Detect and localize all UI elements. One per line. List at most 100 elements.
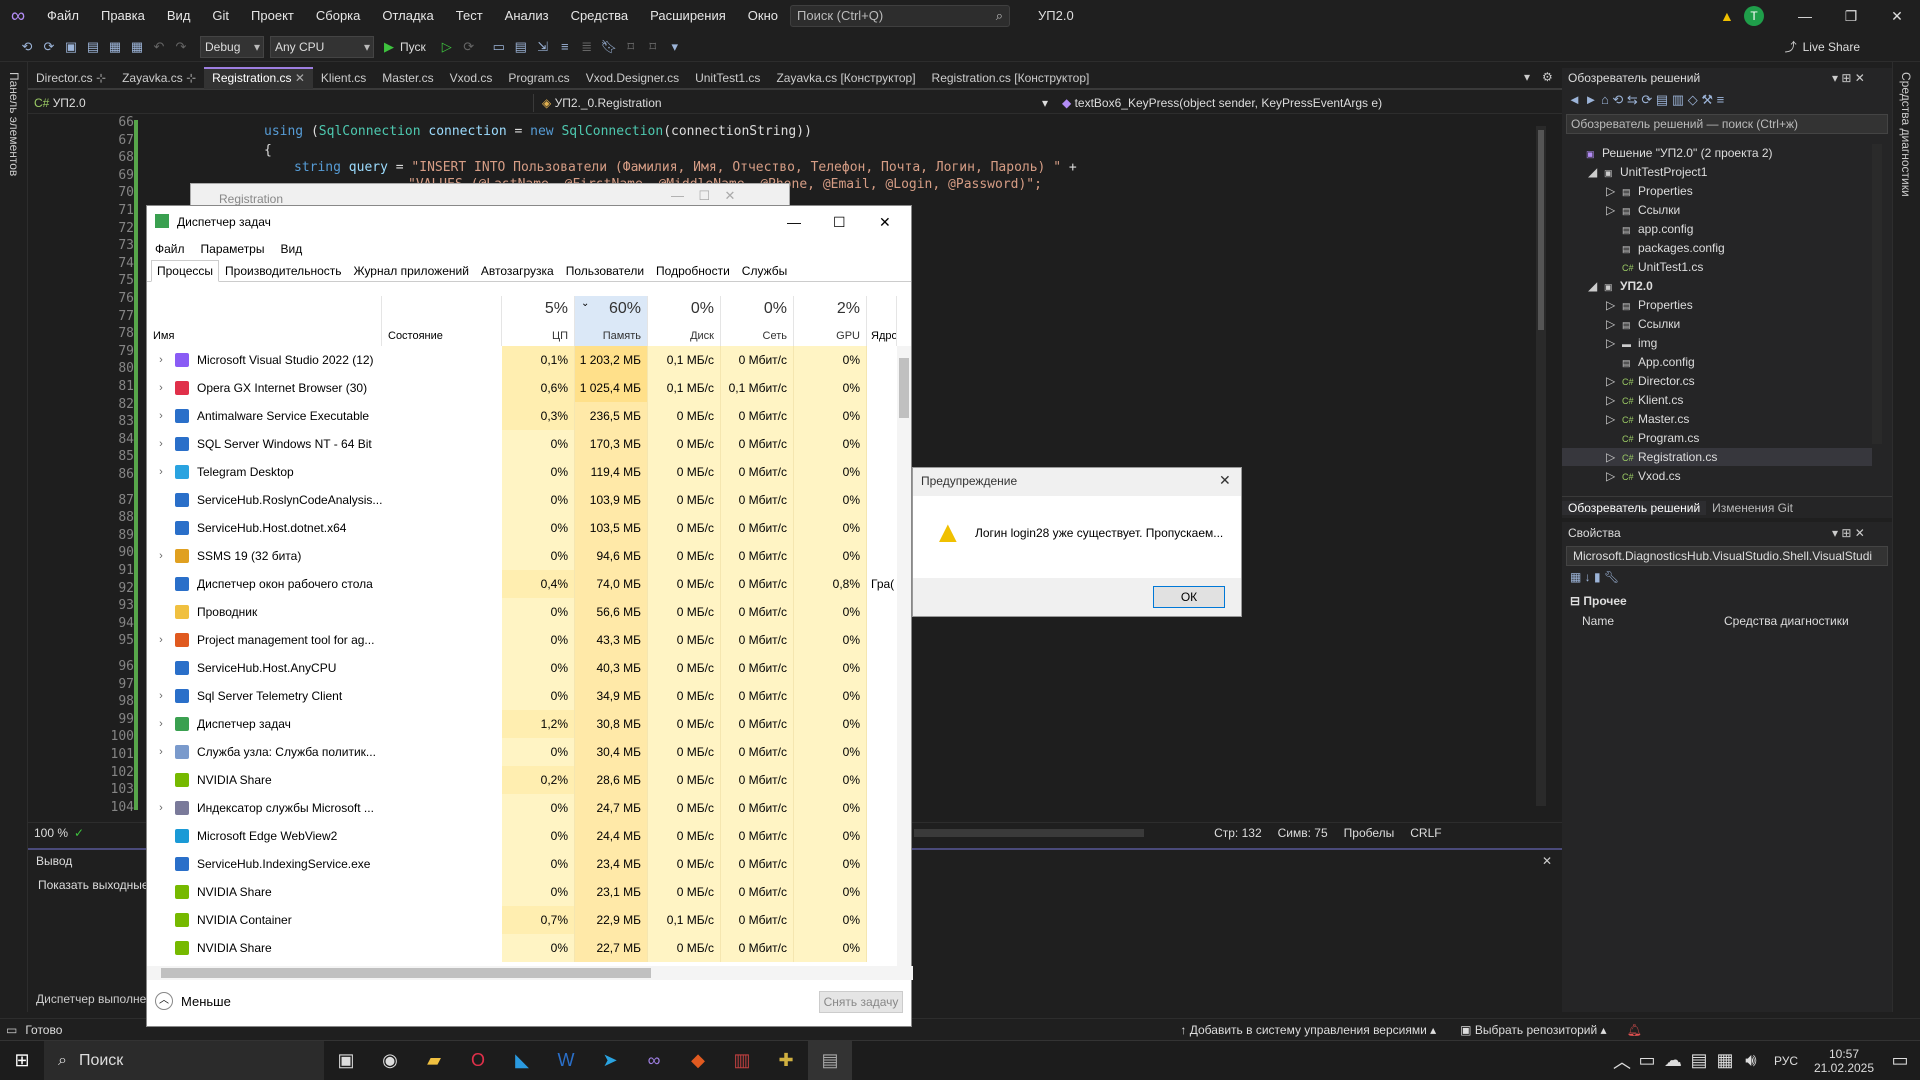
menu-item[interactable]: Окно — [737, 0, 789, 32]
solution-tree-item[interactable]: ▤ app.config — [1562, 220, 1872, 238]
process-row[interactable]: NVIDIA Share 0% 23,1 МБ 0 МБ/с 0 Мбит/с 0% — [147, 878, 897, 906]
browser-link-icon[interactable]: ▭ — [488, 36, 510, 58]
solution-tree-item[interactable]: ▤ App.config — [1562, 353, 1872, 371]
solution-tree-item[interactable]: ▷ ▤ Properties — [1562, 296, 1872, 314]
col-memory-header[interactable]: ⌄ 60% Память — [575, 296, 648, 346]
collapse-icon[interactable]: ◢ — [1588, 277, 1604, 295]
forward-icon[interactable]: ⟳ — [38, 36, 60, 58]
menu-item[interactable]: Проект — [240, 0, 305, 32]
process-row[interactable]: › Opera GX Internet Browser (30) 0,6% 1 025… — [147, 374, 897, 402]
tm-tab[interactable]: Подробности — [650, 260, 736, 282]
expand-icon[interactable]: ▷ — [1606, 201, 1622, 219]
process-hscrollbar[interactable] — [147, 966, 913, 980]
process-row[interactable]: NVIDIA Container 0,7% 22,9 МБ 0,1 МБ/с 0 Мби… — [147, 906, 897, 934]
open-icon[interactable]: ▤ — [82, 36, 104, 58]
configuration-select[interactable]: Debug — [200, 35, 264, 58]
clock[interactable]: 10:57 21.02.2025 — [1808, 1047, 1880, 1075]
process-row[interactable]: NVIDIA Share 0,2% 28,6 МБ 0 МБ/с 0 Мбит/с 0% — [147, 766, 897, 794]
solution-tree-item[interactable]: ▷ C# Klient.cs — [1562, 391, 1872, 409]
expand-icon[interactable]: ▷ — [1606, 315, 1622, 333]
live-share-button[interactable]: ⤴ Live Share — [1785, 38, 1860, 55]
document-tab[interactable]: Registration.cs ✕ — [204, 67, 313, 89]
notification-center-icon[interactable]: ▭ — [1880, 1041, 1920, 1080]
cloud-icon[interactable]: ☁ — [1660, 1041, 1686, 1080]
process-hscrollbar-thumb[interactable] — [161, 968, 651, 978]
tm-menu-options[interactable]: Параметры — [193, 238, 273, 260]
solution-tree-item[interactable]: ▷ C# Vxod.cs — [1562, 467, 1872, 485]
expand-chevron-icon[interactable]: › — [155, 458, 167, 486]
menu-item[interactable]: Вид — [156, 0, 202, 32]
menu-item[interactable]: Анализ — [494, 0, 560, 32]
menu-item[interactable]: Тест — [445, 0, 494, 32]
notifications-icon[interactable]: 🔔︎ — [1627, 1023, 1642, 1037]
align-icon[interactable]: ≡ — [554, 36, 576, 58]
process-row[interactable]: › Sql Server Telemetry Client 0% 34,9 МБ 0 М… — [147, 682, 897, 710]
language-indicator[interactable]: РУС — [1774, 1054, 1798, 1068]
visual-studio-icon[interactable]: ∞ — [632, 1041, 676, 1080]
tm-maximize-button[interactable]: ☐ — [833, 206, 846, 238]
close-tab-icon[interactable]: ✕ — [292, 71, 305, 85]
maximize-button[interactable]: ❐ — [1828, 0, 1874, 32]
warning-close-button[interactable]: ✕ — [1219, 472, 1231, 489]
tm-menu-file[interactable]: Файл — [147, 238, 193, 260]
task-view-icon[interactable]: ▣ — [324, 1041, 368, 1080]
expand-icon[interactable]: ▷ — [1606, 391, 1622, 409]
process-row[interactable]: › Antimalware Service Executable 0,3% 236,5… — [147, 402, 897, 430]
search-input[interactable]: Поиск (Ctrl+Q) ⌕ — [790, 5, 1010, 27]
line-ending-indicator[interactable]: CRLF — [1410, 826, 1441, 840]
save-all-icon[interactable]: ▦ — [126, 36, 148, 58]
volume-icon[interactable]: 🔊︎ — [1738, 1041, 1764, 1080]
document-tab[interactable]: UnitTest1.cs — [687, 67, 768, 89]
solution-tree-item[interactable]: ◢ ▣ UnitTestProject1 — [1562, 163, 1872, 181]
whitespace-indicator[interactable]: Пробелы — [1344, 826, 1395, 840]
avatar[interactable]: T — [1744, 6, 1764, 26]
tray-icon[interactable]: ▭ — [1634, 1041, 1660, 1080]
minimize-button[interactable]: — — [1782, 0, 1828, 32]
solution-tree-item[interactable]: ▷ ▤ Ссылки — [1562, 201, 1872, 219]
document-tab[interactable]: Director.cs ⊹ — [28, 67, 114, 89]
steam-icon[interactable]: ◉ — [368, 1041, 412, 1080]
menu-item[interactable]: Средства — [560, 0, 640, 32]
pin-icon[interactable]: ⊹ — [93, 71, 106, 85]
process-row[interactable]: › Служба узла: Служба политик... 0% 30,4 МБ… — [147, 738, 897, 766]
process-row[interactable]: › Диспетчер задач 1,2% 30,8 МБ 0 МБ/с 0 Мбит/… — [147, 710, 897, 738]
ssms-icon[interactable]: ✚ — [764, 1041, 808, 1080]
expand-chevron-icon[interactable]: › — [155, 542, 167, 570]
fewer-details-button[interactable]: ︿ Меньше — [155, 992, 231, 1010]
undo-icon[interactable]: ↶ — [148, 36, 170, 58]
tab-git-changes[interactable]: Изменения Git — [1706, 501, 1799, 515]
expand-icon[interactable]: ▷ — [1606, 448, 1622, 466]
new-item-icon[interactable]: ▣ — [60, 36, 82, 58]
document-tab[interactable]: Program.cs — [500, 67, 577, 89]
process-row[interactable]: › SQL Server Windows NT - 64 Bit 0% 170,3 М… — [147, 430, 897, 458]
solution-tree-item[interactable]: C# Program.cs — [1562, 429, 1872, 447]
vscode-icon[interactable]: ◣ — [500, 1041, 544, 1080]
expand-icon[interactable]: ▷ — [1606, 410, 1622, 428]
col-name-header[interactable]: Имя — [147, 296, 382, 346]
tm-tab[interactable]: Процессы — [151, 259, 220, 282]
expand-chevron-icon[interactable]: › — [155, 738, 167, 766]
task-manager-taskbar-icon[interactable]: ▤ — [808, 1040, 852, 1080]
process-row[interactable]: Microsoft Edge WebView2 0% 24,4 МБ 0 МБ/с 0 … — [147, 822, 897, 850]
collapse-icon[interactable]: ◢ — [1588, 163, 1604, 181]
expand-chevron-icon[interactable]: › — [155, 626, 167, 654]
tab-overflow-icon[interactable]: ▾ — [1524, 70, 1530, 84]
word-icon[interactable]: W — [544, 1041, 588, 1080]
document-tab[interactable]: Vxod.Designer.cs — [578, 67, 687, 89]
redo-icon[interactable]: ↷ — [170, 36, 192, 58]
process-row[interactable]: › SSMS 19 (32 бита) 0% 94,6 МБ 0 МБ/с 0 Мбит/… — [147, 542, 897, 570]
solution-toolbar[interactable]: ◄ ► ⌂ ⟲ ⇆ ⟳ ▤ ▥ ◇ ⚒ ≡ — [1568, 92, 1888, 112]
expand-chevron-icon[interactable]: › — [155, 794, 167, 822]
col-disk-header[interactable]: 0% Диск — [648, 296, 721, 346]
tm-tab[interactable]: Журнал приложений — [348, 260, 475, 282]
explorer-icon[interactable]: ▰ — [412, 1041, 456, 1080]
tm-tab[interactable]: Пользователи — [560, 260, 650, 282]
solution-tree-item[interactable]: ◢ ▣ УП2.0 — [1562, 277, 1872, 295]
solution-search-input[interactable]: Обозреватель решений — поиск (Ctrl+ж) — [1566, 114, 1888, 134]
step-icon[interactable]: ⇲ — [532, 36, 554, 58]
expand-chevron-icon[interactable]: › — [155, 430, 167, 458]
property-value[interactable]: Средства диагностики — [1724, 614, 1849, 628]
tray-overflow-icon[interactable]: ︿ — [1610, 1041, 1634, 1080]
tm-tab[interactable]: Производительность — [219, 260, 347, 282]
expand-icon[interactable]: ▷ — [1606, 296, 1622, 314]
